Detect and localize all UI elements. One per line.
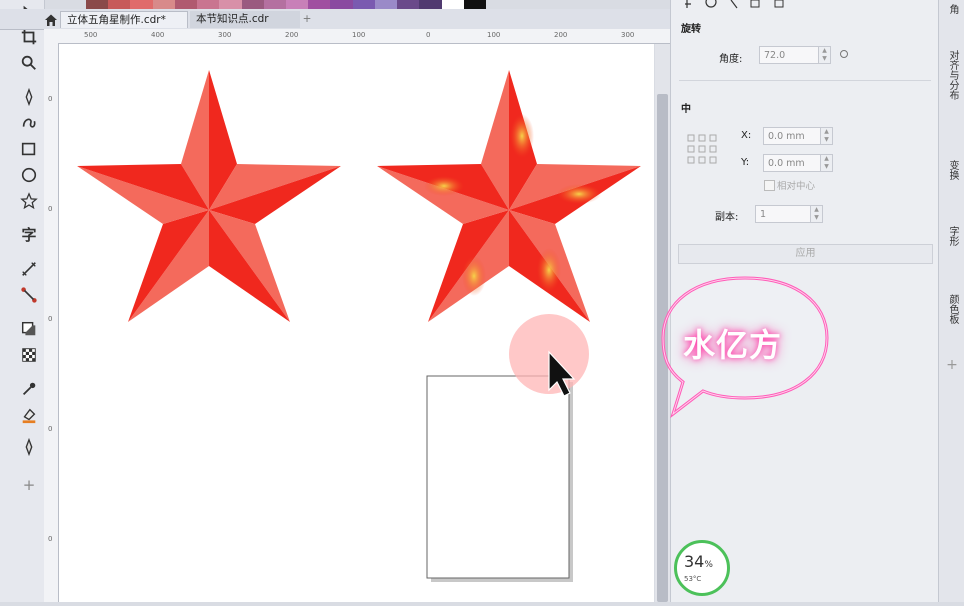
ruler-tick-label: 0 bbox=[48, 95, 53, 103]
eyedropper-tool-icon[interactable] bbox=[18, 378, 40, 400]
ruler-tick-label: 100 bbox=[487, 31, 501, 39]
connector-tool-icon[interactable] bbox=[18, 284, 40, 306]
palette-swatch[interactable] bbox=[374, 0, 398, 9]
ruler-tick-label: 0 bbox=[48, 315, 53, 323]
ruler-tick-label: 100 bbox=[352, 31, 366, 39]
freehand-tool-icon[interactable] bbox=[18, 86, 40, 108]
star-highlight bbox=[462, 256, 486, 296]
palette-swatch[interactable] bbox=[397, 0, 420, 9]
drawing-canvas[interactable] bbox=[59, 44, 654, 602]
star-solid[interactable] bbox=[77, 70, 341, 322]
toolbox: 字 + bbox=[0, 0, 45, 602]
color-palette[interactable] bbox=[86, 0, 486, 9]
ellipse-tool-icon[interactable] bbox=[18, 164, 40, 186]
palette-swatch[interactable] bbox=[197, 0, 220, 9]
x-spinner[interactable]: ▲ ▼ bbox=[821, 127, 833, 145]
copies-spinner[interactable]: ▲ ▼ bbox=[811, 205, 823, 223]
palette-swatch[interactable] bbox=[174, 0, 198, 9]
ruler-tick-label: 300 bbox=[218, 31, 232, 39]
degree-icon bbox=[840, 50, 848, 58]
relative-center-checkbox[interactable] bbox=[764, 180, 775, 191]
angle-spinner[interactable]: ▲ ▼ bbox=[819, 46, 831, 64]
palette-swatch[interactable] bbox=[419, 0, 442, 9]
cpu-temperature: 53°C bbox=[684, 575, 702, 583]
artistic-media-tool-icon[interactable] bbox=[18, 112, 40, 134]
copies-input[interactable]: 1 bbox=[755, 205, 811, 223]
palette-swatch[interactable] bbox=[463, 0, 486, 9]
palette-swatch[interactable] bbox=[308, 0, 331, 9]
add-tab-button[interactable]: + bbox=[300, 11, 314, 28]
x-position-input[interactable]: 0.0 mm bbox=[763, 127, 821, 145]
center-section-title: 中 bbox=[681, 104, 691, 115]
y-position-input[interactable]: 0.0 mm bbox=[763, 154, 821, 172]
rectangle-tool-icon[interactable] bbox=[18, 138, 40, 160]
tab-star-document[interactable]: 立体五角星制作.cdr* bbox=[60, 11, 188, 28]
angle-label: 角度: bbox=[719, 54, 743, 65]
ruler-tick-label: 500 bbox=[84, 31, 98, 39]
palette-swatch[interactable] bbox=[219, 0, 242, 9]
apply-button[interactable]: 应用 bbox=[678, 244, 933, 264]
angle-input[interactable]: 72.0 bbox=[759, 46, 819, 64]
palette-swatch[interactable] bbox=[152, 0, 175, 9]
docker-tabs: 角 对齐与分布 变换 字形 颜色板 + bbox=[938, 0, 964, 602]
palette-swatch[interactable] bbox=[263, 0, 286, 9]
tab-knowledge-document[interactable]: 本节知识点.cdr bbox=[190, 11, 300, 28]
rectangle-shape[interactable] bbox=[426, 375, 570, 579]
palette-swatch[interactable] bbox=[352, 0, 375, 9]
palette-swatch[interactable] bbox=[108, 0, 131, 9]
document-tab-bar: 立体五角星制作.cdr* 本节知识点.cdr + bbox=[0, 9, 670, 30]
canvas-artwork bbox=[77, 70, 641, 582]
smart-fill-tool-icon[interactable] bbox=[18, 436, 40, 458]
add-tool-button[interactable]: + bbox=[18, 474, 40, 496]
cpu-percent-unit: % bbox=[704, 560, 713, 570]
cpu-percent-value: 34 bbox=[684, 552, 705, 571]
transparency-tool-icon[interactable] bbox=[18, 344, 40, 366]
zoom-tool-icon[interactable] bbox=[18, 52, 40, 74]
rotate-section-title: 旋转 bbox=[681, 24, 701, 35]
bubble-text: 水亿方 bbox=[683, 326, 783, 364]
ruler-tick-label: 300 bbox=[621, 31, 635, 39]
star-highlight bbox=[537, 248, 561, 292]
relative-center-label: 相对中心 bbox=[777, 181, 816, 192]
palette-swatch[interactable] bbox=[330, 0, 353, 9]
ruler-tick-label: 0 bbox=[426, 31, 431, 39]
palette-swatch[interactable] bbox=[130, 0, 153, 9]
star-highlight bbox=[510, 114, 534, 158]
section-divider bbox=[679, 80, 931, 81]
tab-transform[interactable]: 变换 bbox=[943, 160, 961, 180]
star-highlight bbox=[557, 184, 601, 204]
palette-swatch[interactable] bbox=[86, 0, 109, 9]
copies-label: 副本: bbox=[715, 212, 739, 223]
vertical-ruler[interactable]: 0 0 0 0 0 bbox=[44, 43, 59, 602]
drop-shadow-tool-icon[interactable] bbox=[18, 318, 40, 340]
tab-corner[interactable]: 角 bbox=[943, 4, 961, 14]
dimension-tool-icon[interactable] bbox=[18, 258, 40, 280]
palette-swatch[interactable] bbox=[241, 0, 264, 9]
anchor-grid-icon[interactable] bbox=[687, 134, 719, 166]
tab-glyphs[interactable]: 字形 bbox=[943, 226, 961, 246]
star-gradient[interactable] bbox=[377, 70, 641, 322]
ruler-tick-label: 400 bbox=[151, 31, 165, 39]
y-spinner[interactable]: ▲ ▼ bbox=[821, 154, 833, 172]
x-label: X: bbox=[741, 130, 752, 141]
text-tool-icon[interactable]: 字 bbox=[18, 224, 40, 246]
polygon-tool-icon[interactable] bbox=[18, 190, 40, 212]
interactive-fill-tool-icon[interactable] bbox=[18, 404, 40, 426]
horizontal-ruler[interactable]: 500 400 300 200 100 0 100 200 300 bbox=[44, 29, 670, 44]
transform-mode-icons[interactable] bbox=[685, 0, 795, 10]
palette-swatch[interactable] bbox=[441, 0, 464, 9]
ruler-tick-label: 200 bbox=[554, 31, 568, 39]
ruler-tick-label: 0 bbox=[48, 535, 53, 543]
ruler-tick-label: 200 bbox=[285, 31, 299, 39]
add-docker-button[interactable]: + bbox=[943, 356, 961, 374]
tab-align-distribute[interactable]: 对齐与分布 bbox=[943, 50, 961, 100]
star-highlight bbox=[424, 176, 464, 196]
y-label: Y: bbox=[741, 157, 750, 168]
ruler-tick-label: 0 bbox=[48, 205, 53, 213]
cpu-percent: 34% bbox=[684, 552, 713, 571]
tab-color-palette[interactable]: 颜色板 bbox=[943, 294, 961, 324]
palette-swatch[interactable] bbox=[285, 0, 309, 9]
ruler-tick-label: 0 bbox=[48, 425, 53, 433]
home-icon[interactable] bbox=[44, 12, 58, 26]
